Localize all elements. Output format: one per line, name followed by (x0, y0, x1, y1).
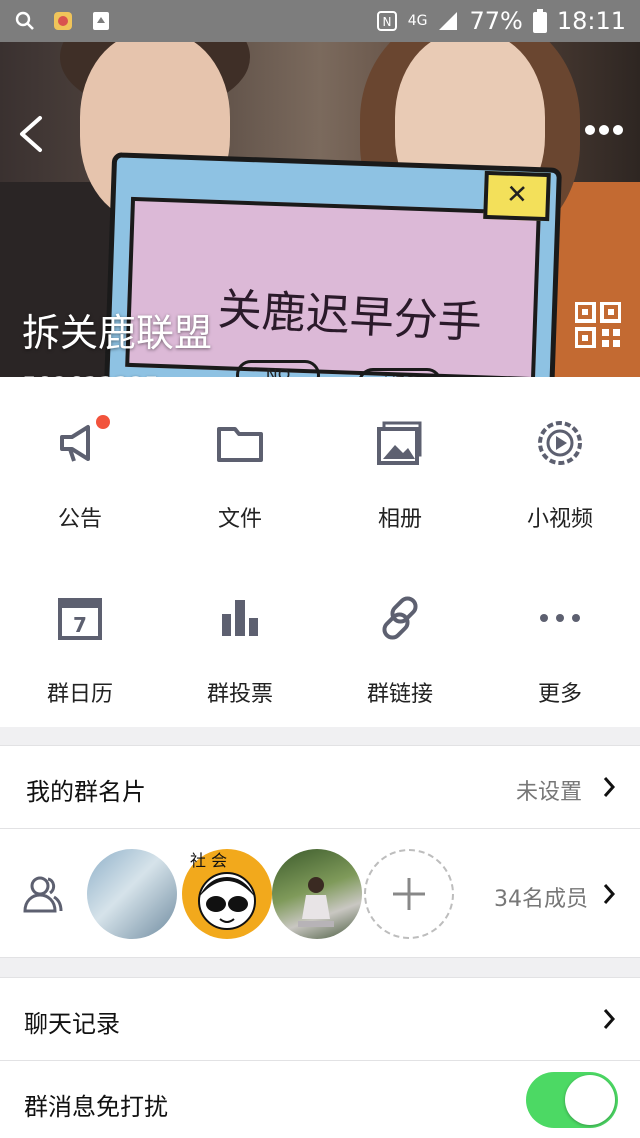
group-header-banner: ✕ 关鹿迟早分手 NO YES 拆关鹿联盟 582633325 (0, 42, 640, 377)
more-dots-icon (540, 614, 580, 622)
battery-percent: 77% (469, 7, 523, 35)
feature-files[interactable]: 文件 (160, 377, 320, 552)
my-group-card-label: 我的群名片 (26, 778, 146, 806)
feature-label: 群链接 (366, 682, 433, 707)
feature-label: 公告 (57, 507, 102, 532)
chat-history-label: 聊天记录 (24, 1010, 120, 1038)
qr-code-icon[interactable] (575, 302, 621, 348)
group-name: 拆关鹿联盟 (22, 311, 213, 355)
feature-label: 相册 (377, 507, 422, 532)
sign-yes-graphic: YES (358, 368, 442, 377)
back-arrow-icon[interactable] (14, 112, 50, 156)
link-icon (382, 596, 418, 640)
my-group-card-value: 未设置 (516, 780, 583, 805)
svg-text:N: N (382, 15, 391, 29)
avatar-caption: 社 会 (190, 851, 228, 870)
do-not-disturb-toggle[interactable] (526, 1072, 618, 1128)
video-play-icon (538, 421, 582, 465)
toggle-knob (565, 1075, 615, 1125)
member-avatar[interactable] (272, 849, 362, 939)
bar-chart-icon (222, 600, 258, 636)
network-type: 4G (407, 13, 428, 29)
feature-group-vote[interactable]: 群投票 (160, 552, 320, 727)
folder-icon (217, 427, 263, 462)
chevron-right-icon (603, 884, 616, 904)
feature-more[interactable]: 更多 (480, 552, 640, 727)
calendar-icon: 7 (58, 598, 102, 640)
recycle-icon (93, 12, 109, 30)
more-options-icon[interactable] (584, 120, 624, 140)
member-count: 34名成员 (494, 887, 588, 912)
feature-grid: 公告 文件 相册 小视频 7 群日历 群投票 群链接 更多 (0, 377, 640, 727)
feature-label: 小视频 (526, 507, 593, 532)
chat-history-row[interactable]: 聊天记录 (0, 978, 640, 1060)
svg-text:7: 7 (73, 613, 87, 637)
chevron-right-icon (603, 1009, 616, 1029)
sign-close-graphic: ✕ (483, 170, 551, 222)
nfc-icon: N (376, 11, 397, 31)
do-not-disturb-label: 群消息免打扰 (24, 1093, 168, 1121)
app-notification-icon (54, 12, 72, 30)
member-avatar[interactable] (87, 849, 177, 939)
feature-short-video[interactable]: 小视频 (480, 377, 640, 552)
feature-label: 文件 (217, 507, 262, 532)
feature-label: 更多 (537, 682, 582, 707)
sign-no-graphic: NO (236, 360, 320, 377)
new-badge (96, 415, 110, 429)
signal-icon (439, 12, 458, 30)
album-icon (377, 421, 422, 465)
plus-icon (393, 878, 425, 910)
members-icon (23, 876, 63, 913)
feature-announcement[interactable]: 公告 (0, 377, 160, 552)
battery-icon (532, 9, 547, 33)
clock: 18:11 (556, 7, 626, 35)
feature-label: 群日历 (46, 682, 113, 707)
feature-album[interactable]: 相册 (320, 377, 480, 552)
feature-group-link[interactable]: 群链接 (320, 552, 480, 727)
feature-label: 群投票 (206, 682, 273, 707)
search-icon (15, 11, 34, 30)
chevron-right-icon (603, 777, 616, 797)
members-row[interactable]: 社 会 34名成员 (0, 829, 640, 957)
my-group-card-row[interactable]: 我的群名片 未设置 (0, 746, 640, 828)
feature-group-calendar[interactable]: 7 群日历 (0, 552, 160, 727)
add-member-button[interactable] (364, 849, 454, 939)
status-bar: N 4G 77% 18:11 (0, 0, 640, 42)
